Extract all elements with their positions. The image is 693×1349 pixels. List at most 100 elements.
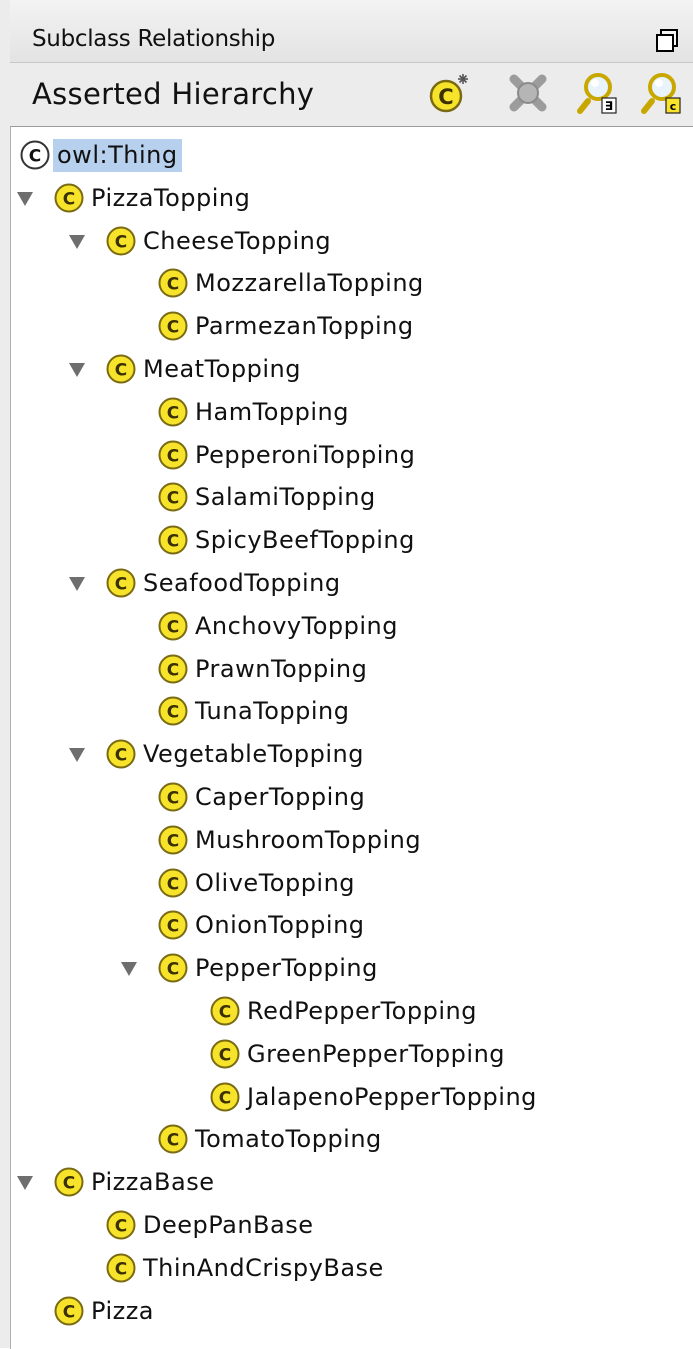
svg-text:C: C [438,85,453,109]
tree-node-label: Pizza [91,1296,155,1325]
svg-text:C: C [167,446,179,466]
class-icon: C [158,482,188,512]
tree-node-pizza[interactable]: C Pizza [53,1291,154,1331]
class-hierarchy-tree[interactable]: Cowl:Thing C PizzaTopping C CheeseTopping C Mo… [10,126,693,1349]
add-class-icon[interactable]: C [427,71,471,115]
tree-node-meattopping[interactable]: C MeatTopping [67,349,301,389]
expand-toggle-icon[interactable] [67,744,87,764]
class-icon: C [158,311,188,341]
class-icon: C [106,568,136,598]
tree-node-label: CaperTopping [195,783,366,811]
tree-node-label: SpicyBeefTopping [195,526,415,555]
svg-text:C: C [167,660,179,680]
tree-node-prawntopping[interactable]: C PrawnTopping [157,649,367,689]
svg-text:C: C [63,1174,75,1194]
expand-toggle-icon[interactable] [15,188,35,208]
class-icon: C [158,440,188,470]
tree-node-greenpeppertopping[interactable]: C GreenPepperTopping [209,1034,505,1074]
class-icon: C [158,910,188,940]
tree-node-parmezantopping[interactable]: C ParmezanTopping [157,306,414,346]
tree-node-mushroomtopping[interactable]: C MushroomTopping [157,820,421,860]
class-icon: C [158,1124,188,1154]
find-exists-icon[interactable]: ∃ [576,71,620,115]
tree-node-owl-thing[interactable]: Cowl:Thing [19,135,182,175]
tree-node-hamtopping[interactable]: C HamTopping [157,392,349,432]
tree-node-pizzatopping[interactable]: C PizzaTopping [15,178,250,218]
svg-text:C: C [167,917,179,937]
tree-node-jalapenopeppertopping[interactable]: C JalapenoPepperTopping [209,1077,537,1117]
class-icon: C [54,183,84,213]
panel-title-bar: Subclass Relationship [10,0,693,63]
delete-class-icon[interactable] [506,71,550,115]
tree-node-label: PizzaTopping [91,183,251,212]
expand-toggle-icon[interactable] [67,231,87,251]
svg-text:C: C [115,575,127,595]
tree-node-spicybeeftopping[interactable]: C SpicyBeefTopping [157,520,415,560]
tree-node-label: owl:Thing [53,138,182,172]
tree-node-label: DeepPanBase [143,1211,314,1239]
tree-node-pepperonitopping[interactable]: C PepperoniTopping [157,435,415,475]
svg-text:C: C [115,1259,127,1279]
svg-text:C: C [167,789,179,809]
class-icon: C [158,397,188,427]
tree-node-mozzarellatopping[interactable]: C MozzarellaTopping [157,263,424,303]
tree-node-anchovytopping[interactable]: C AnchovyTopping [157,606,398,646]
svg-text:C: C [63,1302,75,1322]
svg-text:C: C [115,746,127,766]
tree-node-label: PepperoniTopping [195,440,416,469]
svg-text:C: C [167,831,179,851]
class-icon: C [158,868,188,898]
tree-node-label: GreenPepperTopping [247,1039,506,1068]
panel-title: Subclass Relationship [32,26,276,52]
tree-node-label: MushroomTopping [195,825,422,854]
tree-node-oniontopping[interactable]: C OnionTopping [157,905,365,945]
class-icon: C [210,1039,240,1069]
expand-toggle-icon[interactable] [119,958,139,978]
tree-node-label: HamTopping [195,397,349,426]
tree-node-label: SalamiTopping [195,483,376,512]
class-icon: C [210,1082,240,1112]
tree-node-label: OliveTopping [195,868,356,897]
tree-node-thinandcrispybase[interactable]: C ThinAndCrispyBase [105,1248,384,1288]
tree-node-deeppanbase[interactable]: C DeepPanBase [105,1205,314,1245]
expand-toggle-icon[interactable] [67,573,87,593]
class-icon: C [158,525,188,555]
tree-node-label: TunaTopping [195,697,350,726]
tree-node-label: VegetableTopping [143,740,364,769]
class-icon: C [106,226,136,256]
find-class-icon[interactable]: c [640,71,684,115]
svg-text:C: C [219,1045,231,1065]
expand-toggle-icon[interactable] [67,359,87,379]
svg-text:C: C [115,1217,127,1237]
tree-node-olivetopping[interactable]: C OliveTopping [157,863,355,903]
svg-text:C: C [167,318,179,338]
class-icon: C [158,953,188,983]
tree-node-capertopping[interactable]: C CaperTopping [157,777,365,817]
tree-node-label: OnionTopping [195,911,365,940]
class-icon: C [158,654,188,684]
tree-node-label: PepperTopping [195,954,378,983]
class-icon: C [158,268,188,298]
class-icon: C [158,825,188,855]
svg-text:C: C [167,489,179,509]
tree-node-cheesetopping[interactable]: C CheeseTopping [67,221,331,261]
tree-node-label: MozzarellaTopping [195,269,424,298]
tree-node-peppertopping[interactable]: C PepperTopping [119,948,378,988]
tree-node-tunatopping[interactable]: C TunaTopping [157,691,350,731]
class-icon: C [106,739,136,769]
tree-node-label: RedPepperTopping [247,997,477,1025]
tree-node-tomatotopping[interactable]: C TomatoTopping [157,1119,382,1159]
tree-node-seafoodtopping[interactable]: C SeafoodTopping [67,563,341,603]
tree-node-salamitopping[interactable]: C SalamiTopping [157,477,376,517]
tree-node-pizzabase[interactable]: C PizzaBase [15,1162,214,1202]
tree-node-label: AnchovyTopping [195,611,398,640]
hierarchy-header: Asserted Hierarchy C ∃ c [10,63,693,121]
tree-node-redpeppertopping[interactable]: C RedPepperTopping [209,991,477,1031]
tree-node-label: JalapenoPepperTopping [247,1082,537,1111]
class-icon: C [158,611,188,641]
svg-text:C: C [115,232,127,252]
svg-text:C: C [167,275,179,295]
expand-toggle-icon[interactable] [15,1172,35,1192]
tree-node-vegetabletopping[interactable]: C VegetableTopping [67,734,364,774]
restore-window-icon[interactable] [655,28,679,54]
